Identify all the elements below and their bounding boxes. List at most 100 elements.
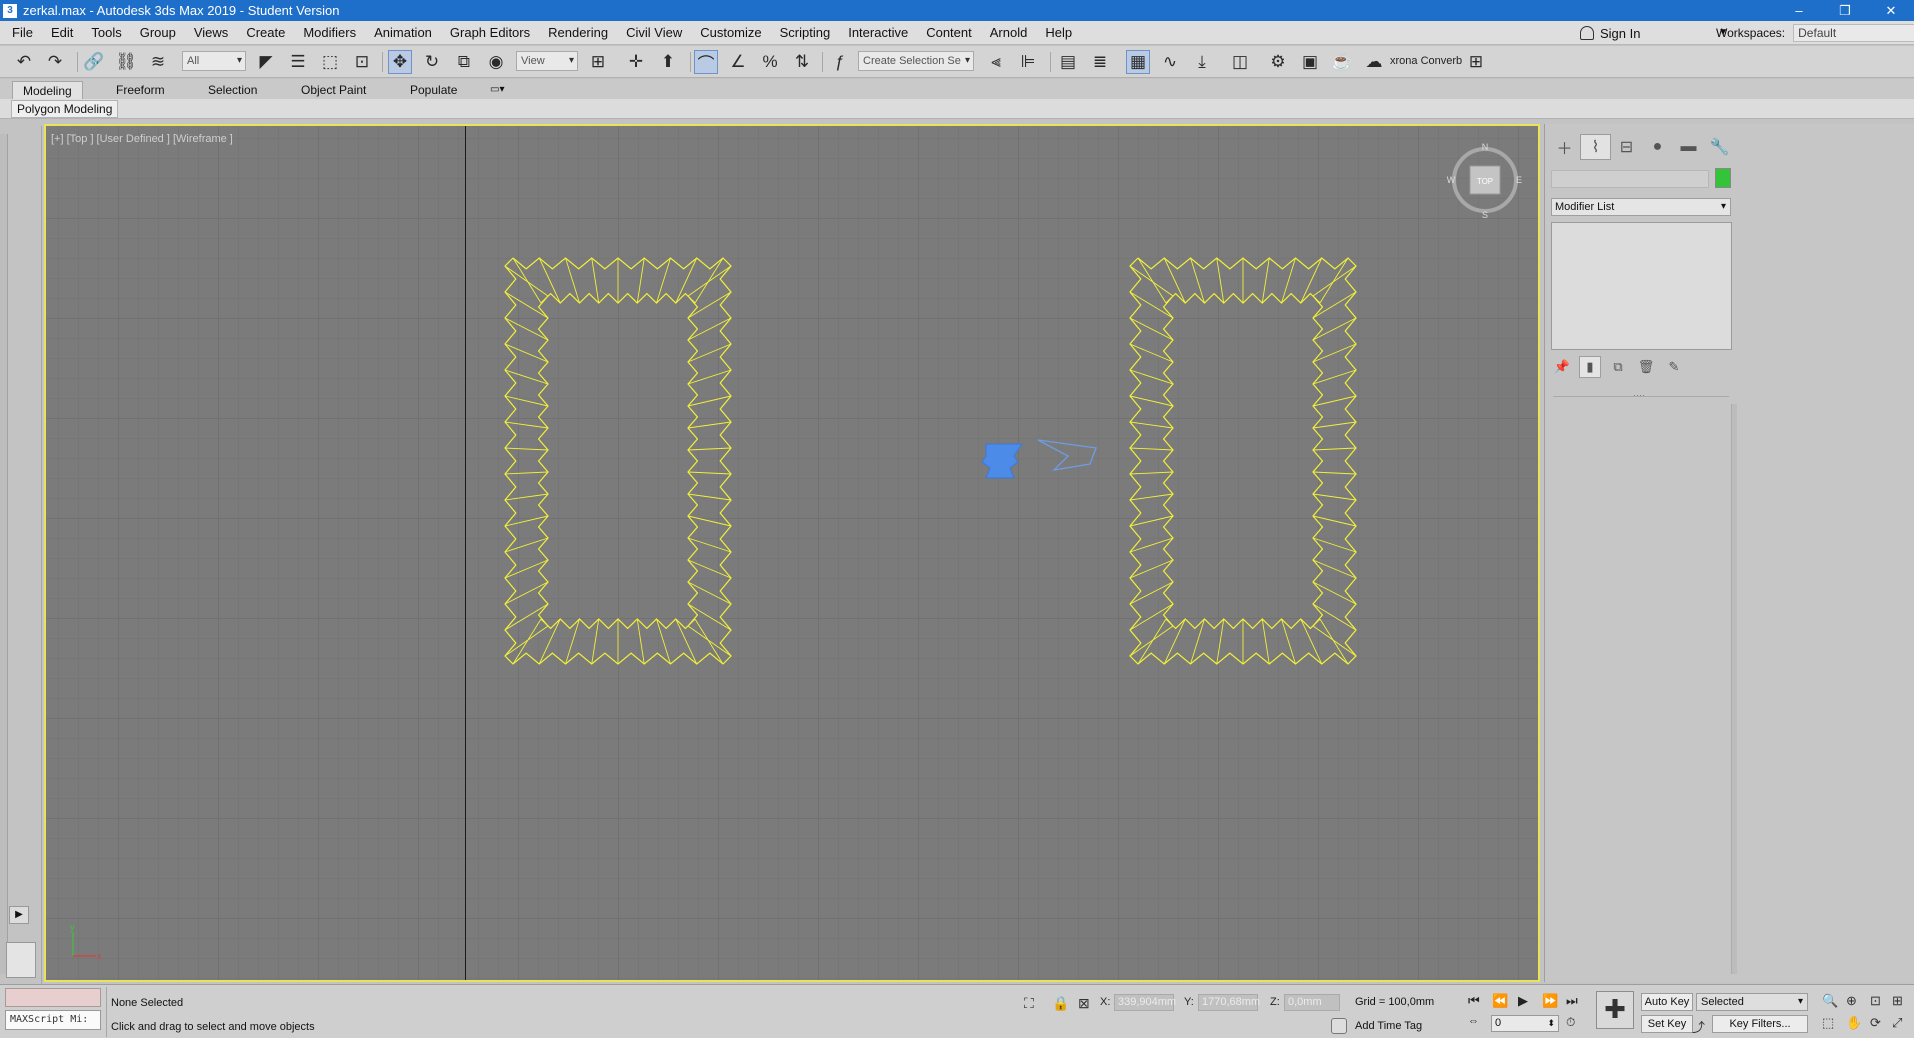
previous-frame-icon[interactable]: ⏪ [1492,993,1508,1009]
maximize-viewport-icon[interactable]: ⤢ [1892,1015,1902,1031]
menu-content[interactable]: Content [917,21,981,45]
window-crossing-icon[interactable]: ⊡ [350,50,374,74]
menu-animation[interactable]: Animation [365,21,441,45]
menu-tools[interactable]: Tools [82,21,130,45]
render-production-icon[interactable]: ☕ [1330,50,1354,74]
corona-converter-label[interactable]: xrona Converb [1390,55,1462,67]
align-icon[interactable]: ⊫ [1016,50,1040,74]
menu-views[interactable]: Views [185,21,237,45]
snaps-toggle-icon[interactable]: ⌒ [694,50,718,74]
key-mode-icon[interactable]: ⇔ [1468,1015,1479,1027]
x-coordinate-field[interactable]: 339,904mm [1114,994,1176,1011]
zoom-extents-icon[interactable]: ⊡ [1870,993,1881,1009]
pin-stack-icon[interactable]: 📌 [1551,356,1573,378]
corona-converter-icon[interactable]: ⊞ [1464,50,1488,74]
default-tangents-icon[interactable]: ⤴ [1692,1017,1705,1036]
ribbon-toggle-icon[interactable]: ▦ [1126,50,1150,74]
isolate-selection-icon[interactable]: ⛶ [1024,995,1034,1012]
menu-arnold[interactable]: Arnold [981,21,1037,45]
edit-named-selection-icon[interactable]: ƒ [828,50,852,74]
mirror-icon[interactable]: ⫷ [984,50,1008,74]
schematic-view-icon[interactable]: ⤓ [1190,50,1214,74]
modifier-stack[interactable] [1551,222,1732,350]
viewport-top[interactable]: [+] [Top ] [User Defined ] [Wireframe ] … [44,124,1540,982]
go-to-end-icon[interactable]: ⏭ [1566,993,1578,1009]
auto-key-button[interactable]: Auto Key [1641,993,1693,1011]
menu-scripting[interactable]: Scripting [771,21,840,45]
object-color-swatch[interactable] [1715,168,1731,188]
display-tab-icon[interactable]: ▬ [1673,134,1704,160]
set-keys-button[interactable]: ✚ [1596,991,1634,1029]
tab-object-paint[interactable]: Object Paint [291,81,376,99]
selection-filter-dropdown[interactable]: All [182,51,246,71]
menu-file[interactable]: File [0,21,42,45]
layer-explorer-icon[interactable]: ≣ [1088,50,1112,74]
field-of-view-icon[interactable]: ⬚ [1822,1015,1834,1031]
tab-selection[interactable]: Selection [198,81,267,99]
menu-create[interactable]: Create [237,21,294,45]
menu-edit[interactable]: Edit [42,21,82,45]
redo-icon[interactable]: ↷ [43,50,67,74]
modifier-list-dropdown[interactable]: Modifier List [1551,198,1731,216]
menu-rendering[interactable]: Rendering [539,21,617,45]
select-and-rotate-icon[interactable]: ↻ [420,50,444,74]
set-key-button[interactable]: Set Key [1641,1015,1693,1033]
create-tab-icon[interactable]: ＋ [1549,134,1580,160]
link-icon[interactable]: 🔗 [82,50,106,74]
menu-group[interactable]: Group [131,21,185,45]
named-selection-dropdown[interactable]: Create Selection Se [858,51,974,71]
selection-lock-icon[interactable]: 🔒 [1052,995,1069,1012]
maxscript-listener-output[interactable] [5,988,101,1007]
manipulate-icon[interactable]: ✛ [624,50,648,74]
go-to-start-icon[interactable]: ⏮ [1468,993,1480,1009]
reference-coord-dropdown[interactable]: View [516,51,578,71]
rendered-frame-window-icon[interactable]: ▣ [1298,50,1322,74]
angle-snap-icon[interactable]: ∠ [726,50,750,74]
rect-selection-icon[interactable]: ⬚ [318,50,342,74]
pivot-center-icon[interactable]: ⊞ [586,50,610,74]
restore-button[interactable]: ❐ [1822,0,1868,21]
maxscript-mini-listener[interactable]: MAXScript Mi: [5,1010,101,1030]
select-and-move-icon[interactable]: ✥ [388,50,412,74]
add-time-tag[interactable]: Add Time Tag [1331,1018,1422,1034]
zoom-extents-all-icon[interactable]: ⊞ [1892,993,1903,1009]
time-configuration-icon[interactable]: ⏱ [1566,1015,1575,1030]
next-frame-icon[interactable]: ⏩ [1542,993,1558,1009]
render-setup-icon[interactable]: ⚙ [1266,50,1290,74]
utilities-tab-icon[interactable]: 🔧 [1704,134,1735,160]
tab-populate[interactable]: Populate [400,81,467,99]
mirror-frame-right[interactable] [1129,257,1357,665]
scene-explorer-icon[interactable]: ▤ [1056,50,1080,74]
zoom-all-icon[interactable]: ⊕ [1846,993,1857,1009]
orbit-icon[interactable]: ⟳ [1870,1015,1881,1031]
undo-icon[interactable]: ↶ [12,50,36,74]
key-selection-dropdown[interactable]: Selected [1696,993,1808,1011]
object-name-field[interactable] [1551,170,1709,188]
menu-interactive[interactable]: Interactive [839,21,917,45]
percent-snap-icon[interactable]: % [758,50,782,74]
command-panel-scrollbar[interactable] [1731,404,1737,974]
configure-modifier-sets-icon[interactable]: ✎ [1663,356,1685,378]
menu-graph-editors[interactable]: Graph Editors [441,21,539,45]
bind-space-warp-icon[interactable]: ≋ [146,50,170,74]
spinner-snap-icon[interactable]: ⇅ [790,50,814,74]
play-icon[interactable]: ▶ [1518,993,1528,1009]
render-in-cloud-icon[interactable]: ☁ [1362,50,1386,74]
make-unique-icon[interactable]: ⧉ [1607,356,1629,378]
sign-in-button[interactable]: Sign In ▼ [1580,21,1736,45]
y-coordinate-field[interactable]: 1770,68mm [1198,994,1260,1011]
select-and-place-icon[interactable]: ◉ [484,50,508,74]
remove-modifier-icon[interactable]: 🗑 [1635,356,1657,378]
workspace-dropdown[interactable]: Default [1793,24,1914,42]
show-end-result-icon[interactable]: ▮ [1579,356,1601,378]
expand-layouts-icon[interactable]: ▶ [9,906,29,924]
mirror-frame-left[interactable] [504,257,732,665]
menu-modifiers[interactable]: Modifiers [294,21,365,45]
z-coordinate-field[interactable]: 0,0mm [1284,994,1340,1011]
ribbon-options-icon[interactable]: ▭▾ [480,81,514,99]
absolute-mode-icon[interactable]: ⊠ [1078,995,1090,1012]
curve-editor-icon[interactable]: ∿ [1158,50,1182,74]
divider-handle-icon[interactable]: ···· [1633,390,1645,400]
minimize-button[interactable]: – [1776,0,1822,21]
key-filters-button[interactable]: Key Filters... [1712,1015,1808,1033]
